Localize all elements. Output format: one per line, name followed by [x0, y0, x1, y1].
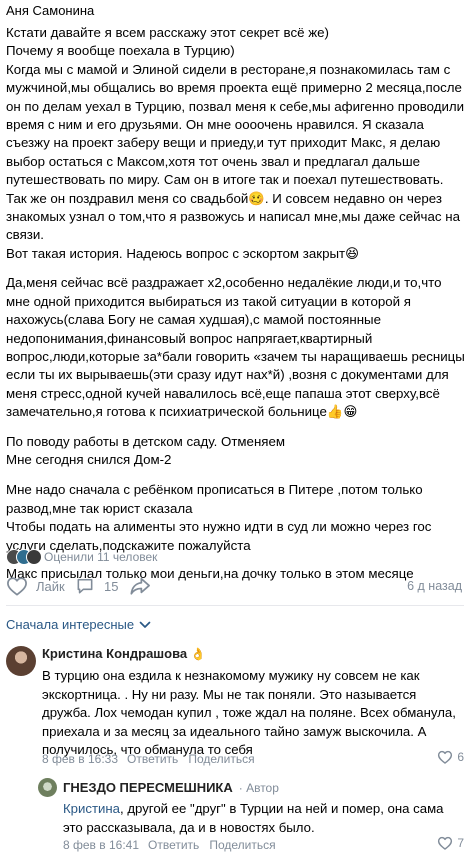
author-emoji: 👌	[190, 647, 206, 661]
comment-author-name: Кристина Кондрашова	[42, 646, 188, 661]
reactions-count-text[interactable]: Оценили 11 человек	[44, 550, 157, 564]
share-button[interactable]: Поделиться	[188, 752, 254, 766]
divider	[6, 605, 464, 606]
comment-author-name: ГНЕЗДО ПЕРЕСМЕШНИКА	[63, 780, 233, 795]
sort-label: Сначала интересные	[6, 617, 135, 632]
mention-link[interactable]: Кристина	[63, 801, 120, 816]
comment-text: Кристина, другой ее "друг" в Турции на н…	[63, 800, 463, 837]
comment-author[interactable]: Кристина Кондрашова 👌	[42, 646, 206, 661]
comment-like-button[interactable]: 7	[437, 836, 464, 850]
reply-button[interactable]: Ответить	[148, 838, 199, 852]
post-paragraph-3: По поводу работы в детском саду. Отменяе…	[6, 433, 286, 467]
like-button[interactable]: Лайк	[6, 573, 65, 599]
post-author[interactable]: Аня Самонина	[6, 2, 466, 24]
reply-button[interactable]: Ответить	[127, 752, 178, 766]
like-label: Лайк	[36, 578, 65, 594]
comment-button[interactable]: 15	[75, 573, 118, 599]
heart-icon	[7, 577, 27, 596]
comment-text: В турцию она ездила к незнакомому мужику…	[42, 668, 456, 757]
reactions-summary[interactable]: Оценили 11 человек	[6, 547, 157, 567]
comment-like-count: 7	[457, 836, 464, 850]
comment-like-count: 6	[457, 750, 464, 764]
comment-text-body: , другой ее "друг" в Турции на ней и пом…	[63, 801, 444, 835]
share-button[interactable]	[129, 573, 151, 599]
comment-like-button[interactable]: 6	[437, 750, 464, 764]
share-button[interactable]: Поделиться	[209, 838, 275, 852]
heart-icon	[438, 750, 453, 764]
comments-count: 15	[104, 578, 119, 594]
post-time[interactable]: 6 д назад	[407, 579, 462, 593]
chevron-down-icon	[139, 621, 151, 628]
heart-icon	[438, 836, 453, 850]
post-paragraph-4: Мне надо сначала с ребёнком прописаться …	[6, 482, 432, 553]
avatar	[26, 549, 42, 565]
comment-meta: 8 фев в 16:33 Ответить Поделиться	[42, 752, 255, 766]
post-paragraph-1: Кстати давайте я всем расскажу этот секр…	[6, 25, 465, 261]
comment-time[interactable]: 8 фев в 16:33	[42, 752, 118, 766]
comment-author[interactable]: ГНЕЗДО ПЕРЕСМЕШНИКА · Автор	[63, 780, 279, 795]
comment-time[interactable]: 8 фев в 16:41	[63, 838, 139, 852]
avatar[interactable]	[38, 778, 57, 797]
comments-sort-dropdown[interactable]: Сначала интересные	[6, 617, 151, 632]
avatar[interactable]	[6, 646, 36, 676]
comment-icon	[77, 578, 93, 594]
post-paragraph-2: Да,меня сейчас всё раздражает х2,особенн…	[6, 275, 465, 420]
post: Аня Самонина Кстати давайте я всем расск…	[6, 2, 466, 592]
comment-meta: 8 фев в 16:41 Ответить Поделиться	[63, 838, 276, 852]
share-icon	[130, 577, 150, 595]
author-badge: · Автор	[238, 781, 279, 795]
reactor-avatars	[6, 549, 42, 565]
post-actions: Лайк 15 6 д назад	[0, 573, 470, 599]
